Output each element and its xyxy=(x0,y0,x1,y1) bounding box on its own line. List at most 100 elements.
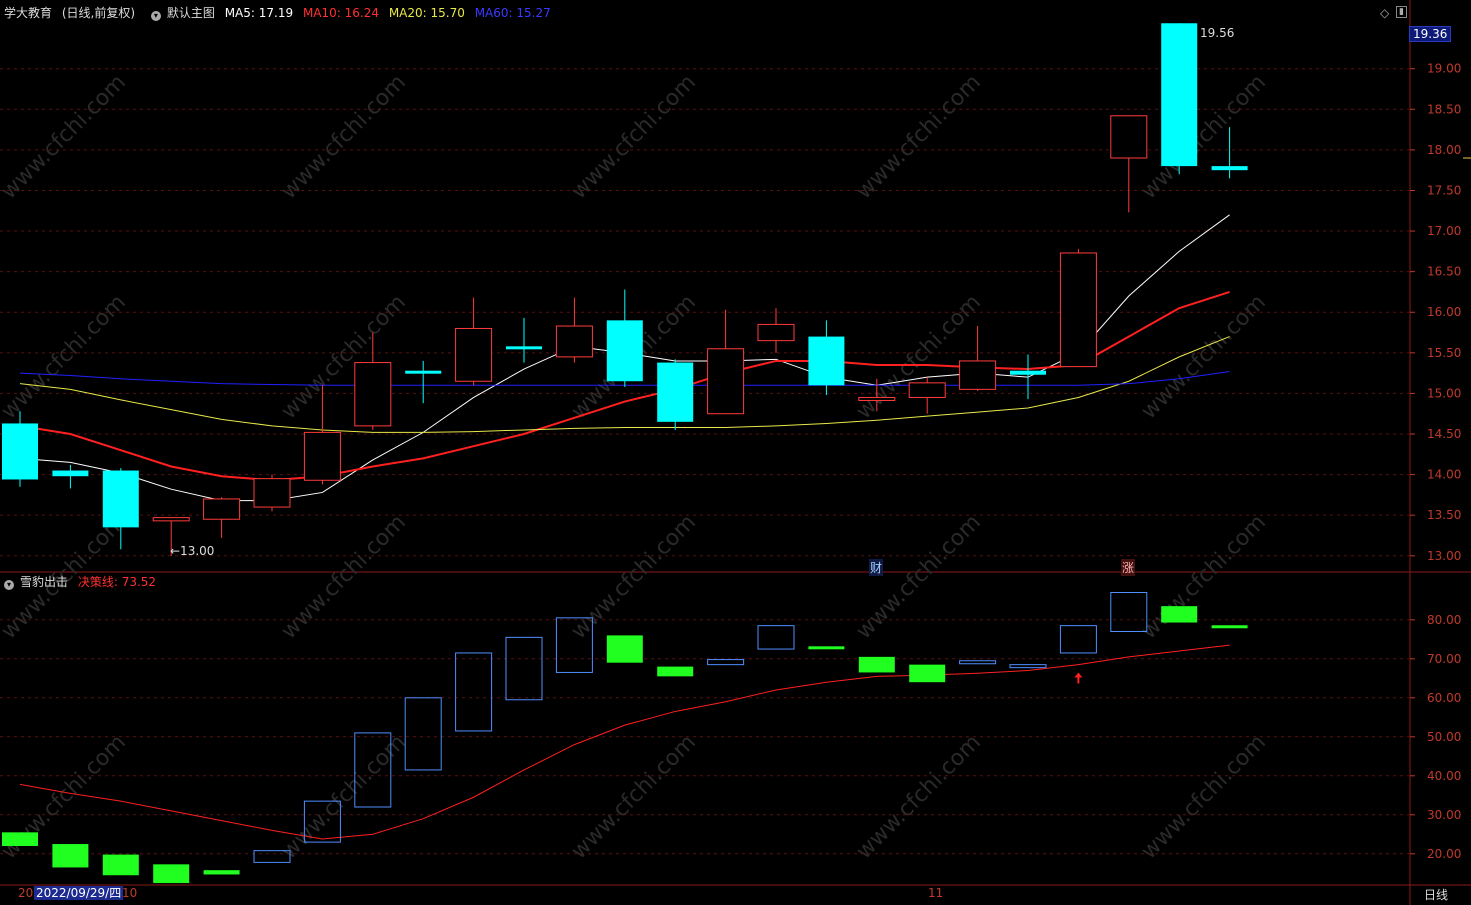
y-tick-label: 17.00 xyxy=(1427,224,1461,238)
watermark-text: www.cfchi.com xyxy=(852,510,986,644)
watermark-text: www.cfchi.com xyxy=(567,510,701,644)
month-11-label: 11 xyxy=(928,886,944,900)
indicator-box-down xyxy=(203,870,240,875)
buy-arrow-icon xyxy=(1074,672,1083,684)
indicator-box-up xyxy=(1059,625,1097,654)
y-tick-label: 15.00 xyxy=(1427,386,1461,400)
period-button[interactable]: 日线 xyxy=(1424,886,1448,903)
y-tick-label: 50.00 xyxy=(1427,730,1461,744)
y-tick-label: 13.50 xyxy=(1427,508,1461,522)
candle-body-down xyxy=(52,470,89,477)
candle-body-down xyxy=(1211,166,1248,171)
y-tick-label: 16.00 xyxy=(1427,305,1461,319)
watermark-text: www.cfchi.com xyxy=(277,510,411,644)
candle-body-up xyxy=(354,362,392,427)
y-tick-label: 18.50 xyxy=(1427,102,1461,116)
main-chart-header: 学大教育 (日线,前复权) ▾ 默认主图 MA5: 17.19 MA10: 16.… xyxy=(4,6,557,21)
chevron-down-icon[interactable]: ▾ xyxy=(150,11,161,21)
indicator-box-up xyxy=(959,660,997,665)
chart-svg: www.cfchi.com www.cfchi.com www.cfchi.com w… xyxy=(0,0,1471,905)
y-tick-label: 15.50 xyxy=(1427,346,1461,360)
candle-body-up xyxy=(707,348,745,415)
event-marker-cai[interactable]: 财 xyxy=(869,559,884,576)
theme-label[interactable]: 默认主图 xyxy=(167,6,215,20)
watermark-text: www.cfchi.com xyxy=(852,730,986,864)
stock-name: 学大教育 (日线,前复权) xyxy=(4,6,136,20)
candle-body-down xyxy=(808,336,845,386)
panel-toggle-icon[interactable]: ▮ xyxy=(1396,6,1407,18)
candle-body-up xyxy=(908,382,946,398)
high-price-label: 19.56 xyxy=(1200,26,1235,40)
chart-stage: www.cfchi.com www.cfchi.com www.cfchi.com w… xyxy=(0,0,1471,905)
sub-chart-header: ▾ 雪豹出击 决策线: 73.52 xyxy=(4,575,162,590)
candle-body-up xyxy=(959,360,997,390)
ma60-label: MA60: 15.27 xyxy=(474,6,551,20)
indicator-box-up xyxy=(757,625,795,650)
indicator-box-down xyxy=(606,635,643,663)
decision-line-label: 决策线: 73.52 xyxy=(77,575,157,589)
ma20-label: MA20: 15.70 xyxy=(388,6,465,20)
candle-body-up xyxy=(203,498,241,520)
event-marker-zhang[interactable]: 涨 xyxy=(1121,559,1136,576)
y-tick-label: 40.00 xyxy=(1427,769,1461,783)
indicator-box-down xyxy=(153,864,190,884)
candle-body-up xyxy=(555,325,593,358)
candle-body-up xyxy=(253,478,291,508)
indicator-box-down xyxy=(858,656,895,673)
indicator-box-down xyxy=(909,664,946,683)
indicator-box-down xyxy=(1161,606,1198,623)
indicator-box-up xyxy=(505,636,543,701)
indicator-box-down xyxy=(52,844,89,868)
y-tick-label: 60.00 xyxy=(1427,691,1461,705)
y-tick-label: 17.50 xyxy=(1427,183,1461,197)
watermark-text: www.cfchi.com xyxy=(0,290,131,424)
candle-body-up xyxy=(152,517,190,522)
candle-body-down xyxy=(657,362,694,422)
y-tick-label: 13.00 xyxy=(1427,549,1461,563)
watermark-text: www.cfchi.com xyxy=(567,70,701,204)
candle-body-up xyxy=(757,323,795,342)
candle-body-down xyxy=(506,346,542,350)
watermark-text: www.cfchi.com xyxy=(1137,70,1271,204)
y-tick-label: 16.50 xyxy=(1427,265,1461,279)
y-tick-label: 80.00 xyxy=(1427,613,1461,627)
y-tick-label: 14.50 xyxy=(1427,427,1461,441)
candle-body-up xyxy=(303,431,341,481)
candle-body-down xyxy=(2,423,38,480)
y-tick-label: 19.00 xyxy=(1427,62,1461,76)
candle-body-down xyxy=(405,370,442,374)
indicator-box-down xyxy=(1211,625,1248,629)
indicator-box-down xyxy=(102,854,139,876)
indicator-box-down xyxy=(808,646,845,650)
watermark-text: www.cfchi.com xyxy=(1137,510,1271,644)
low-price-label: ←13.00 xyxy=(170,544,215,558)
candle-body-down xyxy=(1010,370,1046,375)
indicator-box-down xyxy=(657,666,694,677)
indicator-box-down xyxy=(2,832,38,846)
candle-body-down xyxy=(102,470,139,528)
indicator-name[interactable]: 雪豹出击 xyxy=(20,575,68,589)
chevron-down-icon[interactable]: ▾ xyxy=(4,580,14,590)
ma10-label: MA10: 16.24 xyxy=(302,6,379,20)
watermark-text: www.cfchi.com xyxy=(1137,290,1271,424)
candle-body-down xyxy=(606,320,643,382)
candle-body-down xyxy=(1161,23,1198,167)
indicator-box-up xyxy=(404,697,442,771)
date-cursor: 2022/09/29/四 xyxy=(34,886,124,900)
watermark-text: www.cfchi.com xyxy=(0,70,131,204)
indicator-box-up xyxy=(455,652,493,732)
indicator-box-up xyxy=(1009,664,1047,669)
watermark-text: www.cfchi.com xyxy=(852,70,986,204)
date-prefix: 20 xyxy=(18,886,34,900)
watermark-text: www.cfchi.com xyxy=(1137,730,1271,864)
y-tick-label: 30.00 xyxy=(1427,808,1461,822)
y-tick-label: 20.00 xyxy=(1427,847,1461,861)
watermark-text: www.cfchi.com xyxy=(567,730,701,864)
month-10-label: 10 xyxy=(122,886,138,900)
watermark-text: www.cfchi.com xyxy=(852,290,986,424)
current-price-box: 19.36 xyxy=(1409,26,1452,42)
diamond-icon[interactable]: ◇ xyxy=(1380,6,1389,20)
indicator-box-up xyxy=(707,659,745,666)
ma5-label: MA5: 17.19 xyxy=(224,6,294,20)
candle-body-up xyxy=(1110,115,1148,159)
